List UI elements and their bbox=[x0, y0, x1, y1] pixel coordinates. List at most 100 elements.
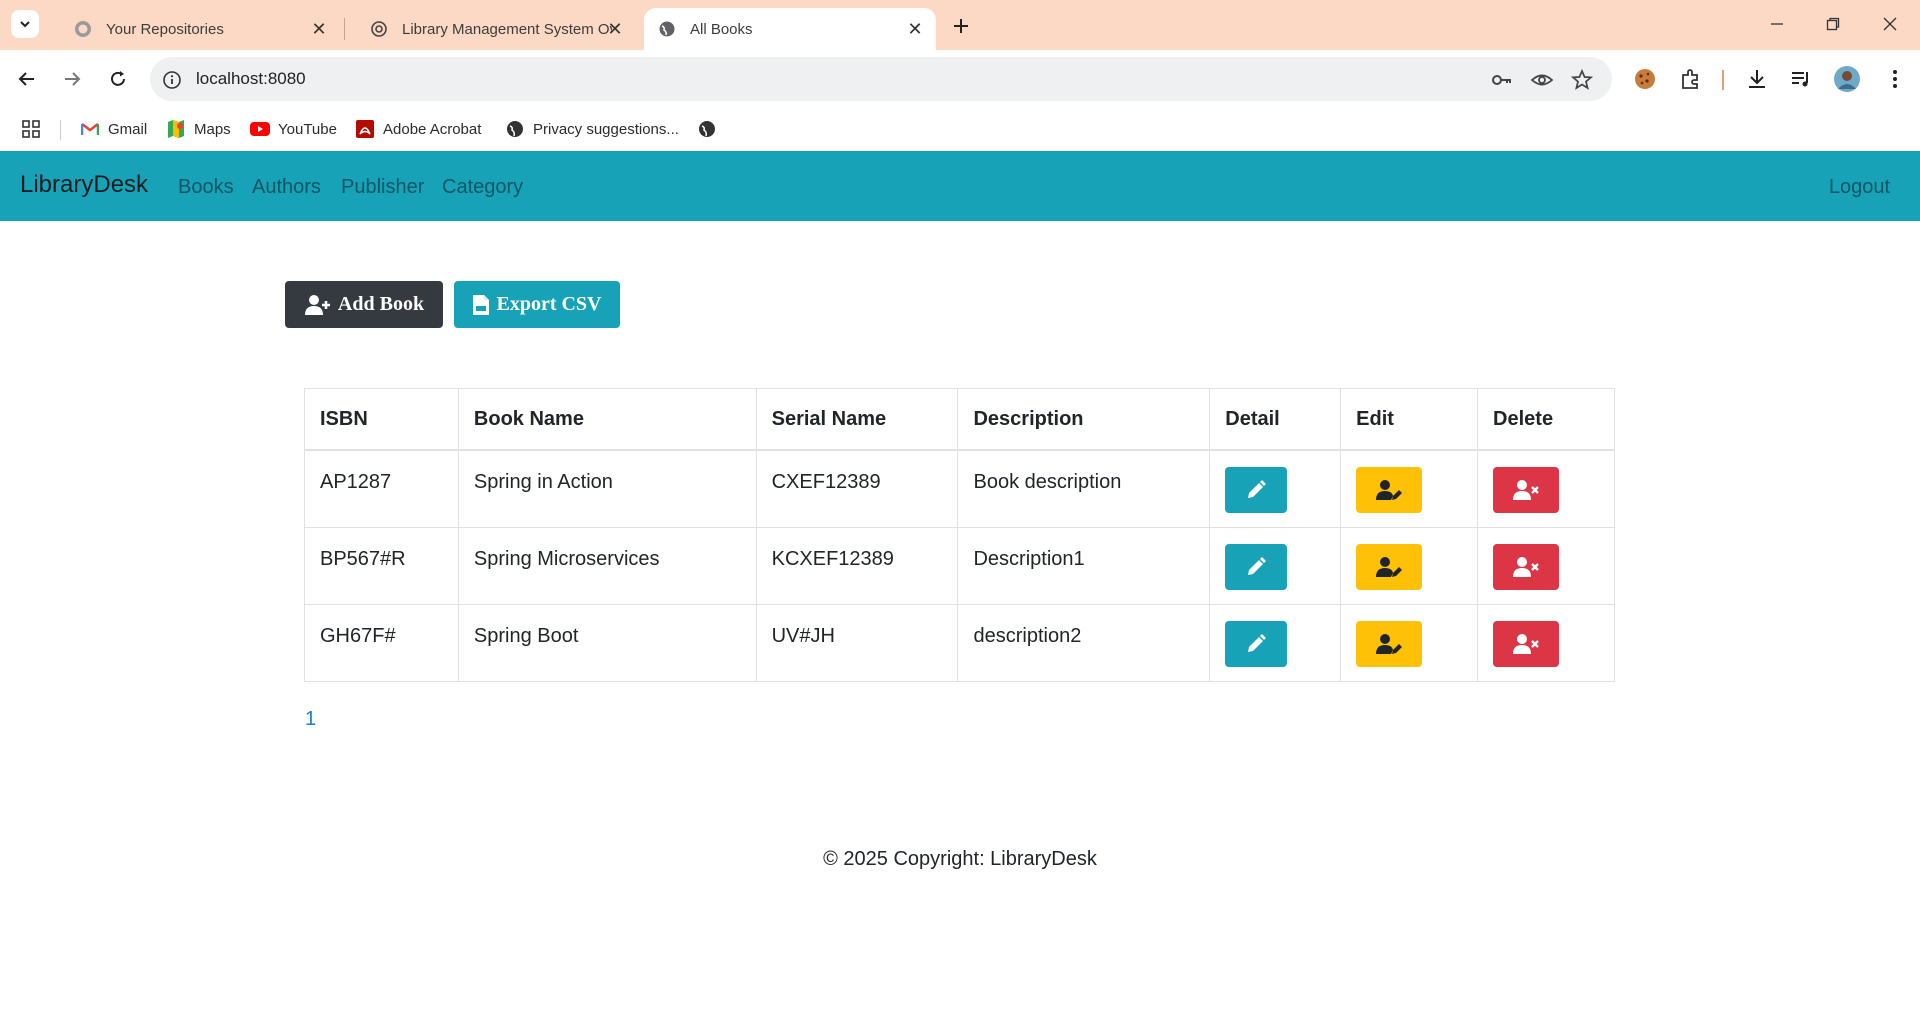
cell-delete bbox=[1477, 526, 1615, 605]
arrow-right-icon bbox=[65, 72, 81, 86]
globe-icon bbox=[697, 119, 717, 139]
restore-button[interactable] bbox=[1813, 8, 1853, 40]
nav-books[interactable]: Books bbox=[178, 176, 234, 199]
cell-detail bbox=[1209, 526, 1342, 605]
nav-authors[interactable]: Authors bbox=[252, 176, 321, 199]
header-book-name: Book Name bbox=[457, 388, 757, 451]
detail-button[interactable] bbox=[1225, 620, 1288, 667]
eye-icon[interactable] bbox=[1530, 68, 1554, 92]
plus-icon bbox=[954, 19, 968, 33]
bookmark-label: Gmail bbox=[108, 120, 148, 138]
minimize-icon bbox=[1771, 23, 1783, 25]
books-table: ISBN Book Name Serial Name Description D… bbox=[304, 388, 1615, 682]
user-times-icon bbox=[1513, 633, 1539, 654]
delete-button[interactable] bbox=[1493, 543, 1560, 590]
back-button[interactable] bbox=[10, 62, 44, 96]
tab-all-books[interactable]: All Books ✕ bbox=[644, 8, 936, 50]
toolbar-divider bbox=[1722, 70, 1724, 90]
header-edit: Edit bbox=[1340, 388, 1479, 451]
cell-serial-name: CXEF12389 bbox=[755, 449, 959, 528]
reload-button[interactable] bbox=[101, 62, 135, 96]
header-serial-name: Serial Name bbox=[755, 388, 959, 451]
cell-delete bbox=[1477, 603, 1615, 682]
cell-edit bbox=[1340, 449, 1479, 528]
header-detail: Detail bbox=[1209, 388, 1342, 451]
bookmark-privacy-suggestions[interactable]: Privacy suggestions... bbox=[505, 118, 679, 140]
bookmark-label: Adobe Acrobat bbox=[383, 120, 482, 138]
tab-title: Library Management System Ov bbox=[402, 20, 612, 38]
edit-button[interactable] bbox=[1356, 620, 1423, 667]
close-icon[interactable]: ✕ bbox=[310, 19, 328, 39]
cell-book-name: Spring Boot bbox=[457, 603, 757, 682]
profile-avatar-icon[interactable] bbox=[1832, 64, 1862, 94]
cell-description: Book description bbox=[957, 449, 1211, 528]
cell-isbn: GH67F# bbox=[304, 603, 459, 682]
edit-button[interactable] bbox=[1356, 467, 1423, 513]
chevron-down-icon bbox=[20, 21, 30, 28]
bookmarks-bar: Gmail Maps YouTube Adobe Acrobat Privacy… bbox=[0, 108, 1920, 150]
app-navbar: LibraryDesk Books Authors Publisher Cate… bbox=[0, 151, 1920, 221]
minimize-button[interactable] bbox=[1757, 8, 1797, 40]
pen-icon bbox=[1248, 480, 1267, 498]
close-icon[interactable]: ✕ bbox=[906, 19, 924, 39]
arrow-left-icon bbox=[18, 72, 34, 86]
add-book-button[interactable]: Add Book bbox=[285, 281, 443, 328]
detail-button[interactable] bbox=[1225, 543, 1288, 590]
header-isbn: ISBN bbox=[304, 388, 459, 451]
logout-link[interactable]: Logout bbox=[1829, 176, 1890, 199]
header-delete: Delete bbox=[1477, 388, 1615, 451]
bookmark-globe[interactable] bbox=[697, 118, 725, 140]
detail-button[interactable] bbox=[1225, 467, 1288, 513]
tab-search-button[interactable] bbox=[11, 10, 39, 38]
header-description: Description bbox=[957, 388, 1211, 451]
tab-your-repositories[interactable]: Your Repositories ✕ bbox=[50, 8, 340, 50]
reload-icon bbox=[111, 71, 125, 86]
tab-library-management[interactable]: Library Management System Ov ✕ bbox=[346, 8, 636, 50]
brand-logo[interactable]: LibraryDesk bbox=[20, 171, 148, 199]
site-info-icon[interactable] bbox=[160, 68, 184, 92]
bookmark-youtube[interactable]: YouTube bbox=[250, 118, 337, 140]
cell-edit bbox=[1340, 526, 1479, 605]
cell-detail bbox=[1209, 603, 1342, 682]
password-key-icon[interactable] bbox=[1490, 68, 1514, 92]
bookmark-label: Privacy suggestions... bbox=[533, 120, 679, 138]
delete-button[interactable] bbox=[1493, 467, 1560, 513]
close-window-button[interactable] bbox=[1870, 8, 1910, 40]
new-tab-button[interactable] bbox=[948, 13, 974, 39]
browser-toolbar: localhost:8080 bbox=[0, 50, 1920, 108]
table-row: AP1287 Spring in Action CXEF12389 Book d… bbox=[304, 449, 1615, 528]
bookmark-maps[interactable]: Maps bbox=[166, 118, 231, 140]
cell-isbn: AP1287 bbox=[304, 449, 459, 528]
more-menu-icon[interactable] bbox=[1880, 64, 1910, 94]
edit-button[interactable] bbox=[1356, 543, 1423, 590]
pagination-page-link[interactable]: 1 bbox=[305, 708, 316, 731]
extensions-puzzle-icon[interactable] bbox=[1676, 64, 1706, 94]
url-text: localhost:8080 bbox=[196, 69, 306, 88]
nav-category[interactable]: Category bbox=[442, 176, 523, 199]
pen-icon bbox=[1248, 556, 1267, 575]
bookmark-adobe-acrobat[interactable]: Adobe Acrobat bbox=[355, 118, 481, 140]
forward-button[interactable] bbox=[55, 62, 89, 96]
media-queue-icon[interactable] bbox=[1786, 64, 1816, 94]
globe-icon bbox=[658, 20, 676, 38]
close-icon[interactable]: ✕ bbox=[606, 19, 624, 39]
tab-title: Your Repositories bbox=[106, 20, 224, 38]
cell-delete bbox=[1477, 449, 1615, 528]
apps-grid-icon[interactable] bbox=[22, 118, 40, 140]
delete-button[interactable] bbox=[1493, 620, 1560, 667]
footer-copyright: © 2025 Copyright: LibraryDesk bbox=[823, 848, 1097, 870]
nav-publisher[interactable]: Publisher bbox=[341, 176, 424, 199]
download-icon[interactable] bbox=[1742, 64, 1772, 94]
tab-title: All Books bbox=[690, 20, 753, 38]
address-bar[interactable]: localhost:8080 bbox=[150, 57, 1612, 101]
acrobat-icon bbox=[355, 119, 375, 139]
close-icon bbox=[1883, 17, 1897, 31]
bookmark-star-icon[interactable] bbox=[1570, 68, 1594, 92]
export-csv-button[interactable]: Export CSV bbox=[454, 281, 620, 328]
export-csv-label: Export CSV bbox=[496, 293, 602, 315]
bookmarks-divider bbox=[60, 120, 61, 140]
bookmark-gmail[interactable]: Gmail bbox=[80, 118, 147, 140]
cookie-extension-icon[interactable] bbox=[1630, 64, 1660, 94]
table-row: GH67F# Spring Boot UV#JH description2 bbox=[304, 603, 1615, 682]
bookmark-label: YouTube bbox=[278, 120, 337, 138]
